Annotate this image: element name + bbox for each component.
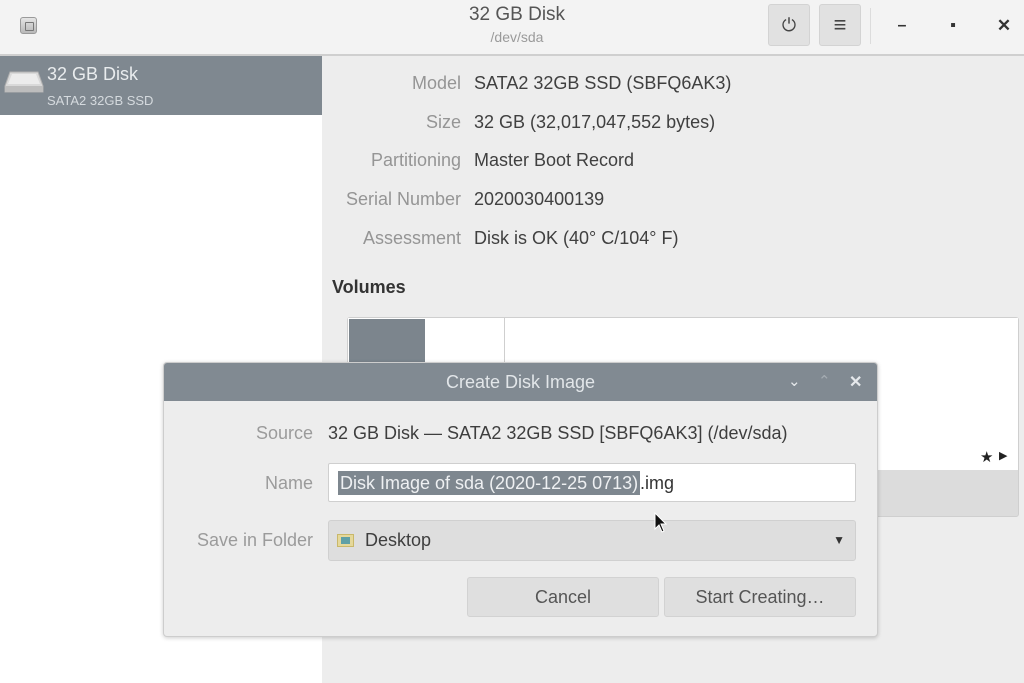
source-label: Source (255, 423, 313, 443)
sidebar-item-label: 32 GB Disk (47, 64, 139, 84)
cancel-button[interactable]: Cancel (467, 577, 659, 617)
folder-value: Desktop (365, 530, 432, 550)
detail-label: Serial Number (345, 189, 461, 209)
start-creating-button[interactable]: Start Creating… (664, 577, 856, 617)
play-arrow-icon: ▶ (999, 450, 1008, 462)
save-folder-dropdown[interactable]: Desktop ▼ (328, 520, 856, 561)
source-value: 32 GB Disk — SATA2 32GB SSD [SBFQ6AK3] (… (328, 423, 788, 443)
detail-label: Size (425, 112, 461, 132)
desktop-folder-icon (337, 534, 354, 547)
mouse-pointer-icon (654, 512, 668, 533)
header-separator (870, 8, 871, 44)
name-extension-text: .img (640, 473, 675, 493)
header-bar: 32 GB Disk /dev/sda ⏻ ≡ – ▪ ✕ (0, 0, 1024, 56)
detail-label: Partitioning (370, 150, 461, 170)
power-off-button[interactable]: ⏻ (768, 4, 810, 46)
sidebar-item-sublabel: SATA2 32GB SSD (47, 93, 154, 108)
detail-label: Model (411, 73, 461, 93)
folder-label: Save in Folder (196, 530, 313, 550)
close-icon: ✕ (996, 16, 1012, 35)
detail-row-serial-number: Serial Number 2020030400139 (322, 189, 1024, 213)
dialog-title: Create Disk Image (445, 372, 596, 392)
close-window-button[interactable]: ✕ (992, 14, 1016, 38)
detail-row-partitioning: Partitioning Master Boot Record (322, 150, 1024, 174)
hamburger-menu-icon: ≡ (833, 12, 847, 37)
detail-value: Disk is OK (40° C/104° F) (474, 228, 679, 248)
minimize-icon: – (897, 17, 907, 34)
detail-row-assessment: Assessment Disk is OK (40° C/104° F) (322, 228, 1024, 252)
close-dialog-icon[interactable]: ✕ (849, 372, 862, 392)
dialog-titlebar[interactable]: Create Disk Image ⌄ ⌃ ✕ (164, 363, 877, 401)
detail-row-model: Model SATA2 32GB SSD (SBFQ6AK3) (322, 73, 1024, 97)
star-icon: ★ (980, 449, 994, 466)
app-menu-button[interactable]: ≡ (819, 4, 861, 46)
detail-label: Assessment (362, 228, 461, 248)
sidebar-item-32gb-disk[interactable]: 32 GB Disk SATA2 32GB SSD (0, 56, 322, 115)
detail-value: 2020030400139 (474, 189, 605, 209)
name-label: Name (264, 473, 313, 493)
maximize-button[interactable]: ▪ (941, 14, 965, 38)
dropdown-caret-icon: ▼ (833, 533, 845, 547)
chevron-up-icon[interactable]: ⌃ (818, 372, 831, 390)
power-icon: ⏻ (781, 14, 797, 35)
chevron-down-icon[interactable]: ⌄ (788, 372, 801, 390)
detail-value: SATA2 32GB SSD (SBFQ6AK3) (474, 73, 732, 93)
minimize-button[interactable]: – (890, 14, 914, 38)
detail-value: Master Boot Record (474, 150, 635, 170)
create-disk-image-dialog: Create Disk Image ⌄ ⌃ ✕ Source 32 GB Dis… (163, 362, 878, 637)
detail-value: 32 GB (32,017,047,552 bytes) (474, 112, 716, 132)
name-selected-text: Disk Image of sda (2020-12-25 0713) (338, 471, 641, 495)
maximize-icon: ▪ (950, 17, 956, 34)
hard-disk-icon (4, 71, 44, 93)
volumes-heading: Volumes (332, 277, 406, 297)
image-name-input[interactable]: Disk Image of sda (2020-12-25 0713) .img (328, 463, 856, 502)
detail-row-size: Size 32 GB (32,017,047,552 bytes) (322, 112, 1024, 136)
